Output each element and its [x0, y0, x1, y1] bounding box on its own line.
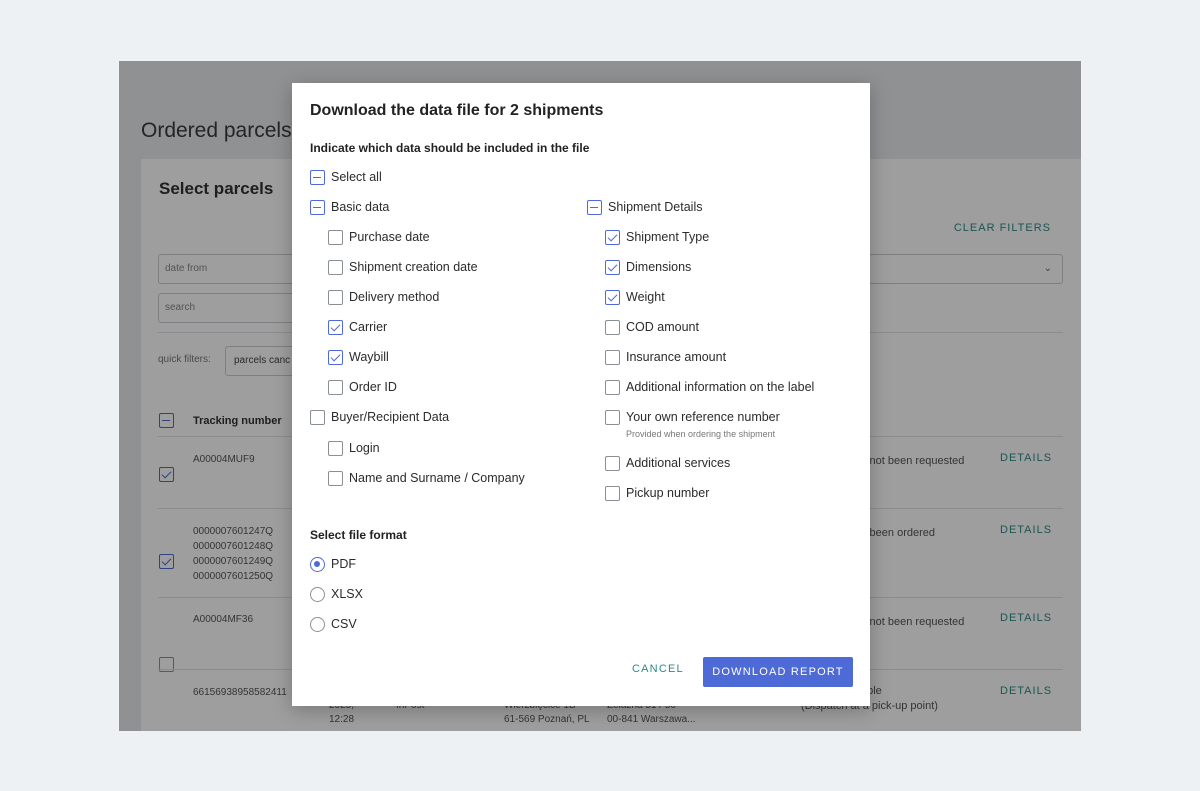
- file-format-title: Select file format: [310, 528, 407, 542]
- checkbox-icon: [328, 471, 343, 486]
- own-reference-hint: Provided when ordering the shipment: [626, 429, 776, 439]
- carrier-checkbox[interactable]: Carrier: [328, 320, 387, 335]
- checkbox-icon: [605, 350, 620, 365]
- delivery-method-checkbox[interactable]: Delivery method: [328, 290, 439, 305]
- format-pdf-radio[interactable]: PDF: [310, 557, 356, 572]
- dialog-title: Download the data file for 2 shipments: [310, 102, 604, 119]
- cancel-button[interactable]: CANCEL: [632, 663, 684, 675]
- basic-data-checkbox[interactable]: Basic data: [310, 200, 389, 215]
- radio-icon: [310, 587, 325, 602]
- format-csv-radio[interactable]: CSV: [310, 617, 357, 632]
- checkbox-icon: [605, 486, 620, 501]
- radio-selected-icon: [310, 557, 325, 572]
- shipment-creation-date-checkbox[interactable]: Shipment creation date: [328, 260, 478, 275]
- order-id-checkbox[interactable]: Order ID: [328, 380, 397, 395]
- checkbox-icon: [605, 410, 620, 425]
- checkbox-icon: [328, 380, 343, 395]
- checkbox-icon: [328, 290, 343, 305]
- checkbox-icon: [605, 320, 620, 335]
- purchase-date-checkbox[interactable]: Purchase date: [328, 230, 430, 245]
- weight-checkbox[interactable]: Weight: [605, 290, 665, 305]
- additional-label-info-checkbox[interactable]: Additional information on the label: [605, 380, 814, 395]
- download-report-button[interactable]: DOWNLOAD REPORT: [703, 657, 853, 687]
- shipment-type-checkbox[interactable]: Shipment Type: [605, 230, 709, 245]
- radio-icon: [310, 617, 325, 632]
- pickup-number-checkbox[interactable]: Pickup number: [605, 486, 709, 501]
- format-xlsx-radio[interactable]: XLSX: [310, 587, 363, 602]
- insurance-amount-checkbox[interactable]: Insurance amount: [605, 350, 726, 365]
- own-reference-label: Your own reference number: [626, 410, 780, 424]
- checkbox-indeterminate-icon: [310, 170, 325, 185]
- name-surname-company-checkbox[interactable]: Name and Surname / Company: [328, 471, 525, 486]
- checkbox-icon: [328, 441, 343, 456]
- shipment-details-checkbox[interactable]: Shipment Details: [587, 200, 703, 215]
- checkbox-checked-icon: [605, 230, 620, 245]
- dialog-subtitle: Indicate which data should be included i…: [310, 141, 590, 155]
- checkbox-icon: [328, 260, 343, 275]
- checkbox-checked-icon: [328, 320, 343, 335]
- checkbox-checked-icon: [328, 350, 343, 365]
- checkbox-indeterminate-icon: [587, 200, 602, 215]
- select-all-checkbox[interactable]: Select all: [310, 170, 382, 185]
- checkbox-checked-icon: [605, 290, 620, 305]
- cod-amount-checkbox[interactable]: COD amount: [605, 320, 699, 335]
- checkbox-indeterminate-icon: [310, 200, 325, 215]
- checkbox-icon: [328, 230, 343, 245]
- checkbox-checked-icon: [605, 260, 620, 275]
- additional-services-checkbox[interactable]: Additional services: [605, 456, 730, 471]
- checkbox-icon: [605, 456, 620, 471]
- buyer-recipient-data-checkbox[interactable]: Buyer/Recipient Data: [310, 410, 449, 425]
- login-checkbox[interactable]: Login: [328, 441, 380, 456]
- waybill-checkbox[interactable]: Waybill: [328, 350, 389, 365]
- dimensions-checkbox[interactable]: Dimensions: [605, 260, 691, 275]
- checkbox-icon: [310, 410, 325, 425]
- own-reference-number-checkbox[interactable]: Your own reference number Provided when …: [605, 410, 780, 442]
- checkbox-icon: [605, 380, 620, 395]
- download-data-dialog: Download the data file for 2 shipments I…: [292, 83, 870, 706]
